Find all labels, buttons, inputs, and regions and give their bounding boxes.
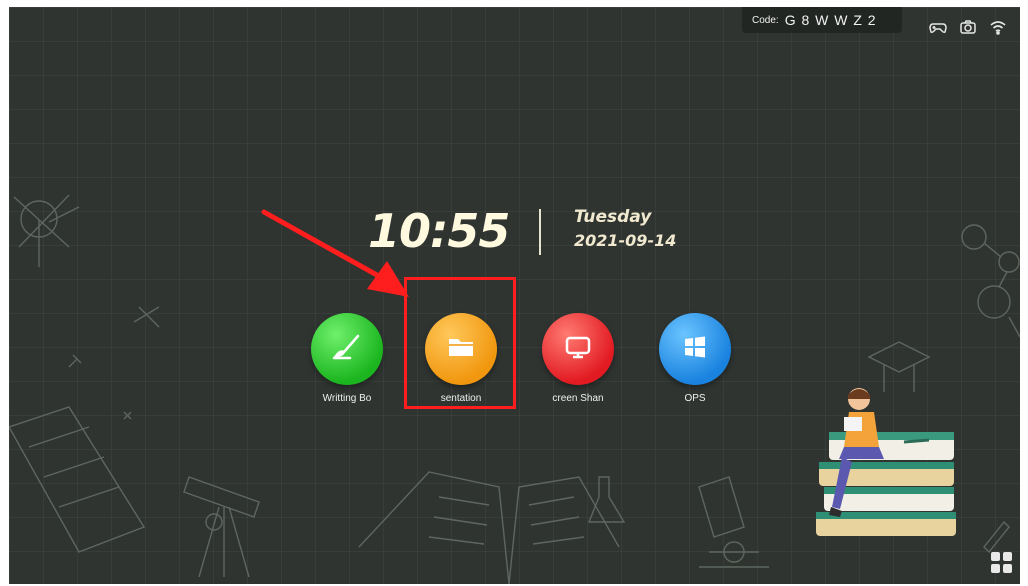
pencil-doodle (983, 520, 1010, 554)
wifi-icon[interactable] (989, 18, 1007, 41)
flask-doodle (587, 476, 626, 523)
windows-icon (682, 334, 708, 365)
annotation-arrow (259, 207, 419, 307)
clock-divider (539, 209, 541, 255)
app-circle-writing-board[interactable] (311, 313, 383, 385)
camera-icon[interactable] (959, 18, 977, 41)
code-value: G 8 W W Z 2 (784, 12, 877, 28)
status-icons (929, 17, 1019, 41)
book-doodle (358, 471, 620, 584)
app-writing-board[interactable]: Writting Bo (305, 313, 389, 405)
date-block: Tuesday 2021-09-14 (574, 205, 714, 261)
molecule-doodle-right (961, 224, 1020, 338)
graduation-cap-doodle (867, 341, 931, 392)
brush-icon (330, 332, 364, 367)
calendar-date: 2021-09-14 (574, 231, 677, 250)
connection-code-panel: Code: G 8 W W Z 2 (742, 7, 902, 33)
desktop-screen: Code: G 8 W W Z 2 10:55 Tuesday 2021-09-… (9, 7, 1020, 584)
day-of-week: Tuesday (574, 207, 652, 227)
telescope-doodle (183, 476, 260, 578)
microscope-doodle (698, 476, 769, 568)
annotation-highlight-box (404, 277, 516, 409)
app-label-ops: OPS (684, 393, 706, 404)
molecule-doodle-left (13, 194, 80, 267)
code-label: Code: (752, 14, 779, 26)
gamepad-icon[interactable] (929, 18, 947, 41)
app-label-screen-share: creen Shan (552, 393, 604, 404)
app-circle-screen-share[interactable] (542, 313, 614, 385)
reading-girl-illustration (804, 387, 964, 557)
screen-share-icon (563, 334, 593, 365)
app-drawer-icon[interactable] (989, 550, 1015, 576)
small-doodles (68, 306, 160, 420)
app-circle-ops[interactable] (659, 313, 731, 385)
app-ops[interactable]: OPS (653, 313, 737, 405)
app-screen-share[interactable]: creen Shan (536, 313, 620, 405)
tablet-doodle (9, 406, 146, 553)
app-label-writing-board: Writting Bo (322, 393, 372, 404)
